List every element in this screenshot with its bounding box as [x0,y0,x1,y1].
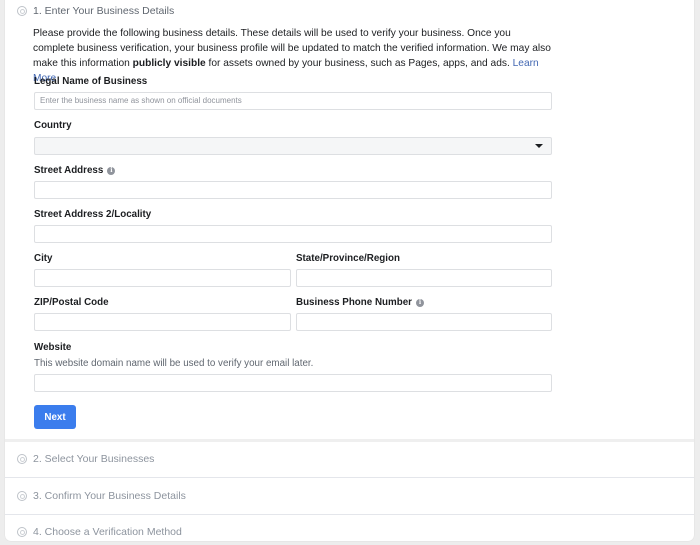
section-divider [5,514,694,515]
step-radio-icon [17,491,27,501]
legal-name-label: Legal Name of Business [34,76,147,87]
city-input[interactable] [34,269,291,287]
country-label: Country [34,120,72,131]
legal-name-label-text: Legal Name of Business [34,76,148,87]
step-1-title: 1. Enter Your Business Details [33,5,175,17]
section-divider [5,439,694,442]
info-icon[interactable]: i [107,166,116,175]
phone-label: Business Phone Number i [296,297,424,308]
publicly-visible-text: publicly visible [132,58,206,69]
state-label: State/Province/Region [296,253,400,264]
phone-input[interactable] [296,313,552,331]
street-address-2-label-text: Street Address 2/Locality [34,209,152,220]
zip-label: ZIP/Postal Code [34,297,109,308]
zip-label-text: ZIP/Postal Code [34,297,109,308]
website-input[interactable] [34,374,552,392]
country-label-text: Country [34,120,72,131]
chevron-down-icon [535,144,543,148]
city-label: City [34,253,53,264]
step-3-title: 3. Confirm Your Business Details [33,490,186,502]
country-select[interactable] [34,137,552,155]
next-button[interactable]: Next [34,405,76,429]
step-radio-icon [17,454,27,464]
step-1-header[interactable]: 1. Enter Your Business Details [17,2,174,20]
info-icon[interactable]: i [415,298,424,307]
legal-name-placeholder: Enter the business name as shown on offi… [40,96,242,105]
website-hint: This website domain name will be used to… [34,358,314,369]
step-2-title: 2. Select Your Businesses [33,453,155,465]
step-3-header[interactable]: 3. Confirm Your Business Details [17,487,186,505]
city-label-text: City [34,253,53,264]
step-radio-icon [17,527,27,537]
website-label: Website [34,342,71,353]
legal-name-input[interactable]: Enter the business name as shown on offi… [34,92,552,110]
phone-label-text: Business Phone Number [296,297,412,308]
zip-input[interactable] [34,313,291,331]
intro-text-part: for assets owned by your business, such … [205,58,513,69]
state-label-text: State/Province/Region [296,253,400,264]
street-address-input[interactable] [34,181,552,199]
street-address-label: Street Address i [34,165,116,176]
street-address-2-label: Street Address 2/Locality [34,209,151,220]
street-address-label-text: Street Address [34,165,104,176]
step-2-header[interactable]: 2. Select Your Businesses [17,450,154,468]
website-label-text: Website [34,342,72,353]
street-address-2-input[interactable] [34,225,552,243]
step-radio-icon [17,6,27,16]
step-4-title: 4. Choose a Verification Method [33,526,182,538]
step-4-header[interactable]: 4. Choose a Verification Method [17,523,182,541]
business-verification-card: 1. Enter Your Business Details Please pr… [5,0,694,541]
state-input[interactable] [296,269,552,287]
section-divider [5,477,694,478]
